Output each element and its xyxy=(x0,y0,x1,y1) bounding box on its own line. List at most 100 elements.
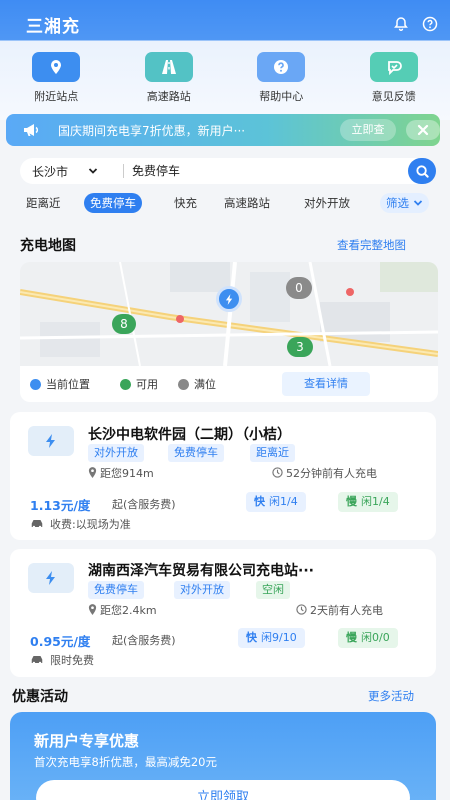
shortcut-feedback[interactable]: 意见反馈 xyxy=(338,52,450,104)
filter-label: 筛选 xyxy=(386,196,409,210)
location-pin-icon xyxy=(88,467,97,478)
promo-view-button[interactable]: 立即查 xyxy=(340,119,396,141)
current-location-marker[interactable] xyxy=(216,286,242,312)
station-marker-full[interactable]: 0 xyxy=(286,277,312,299)
fast-charger-status: 快闲1/4 xyxy=(246,492,306,512)
app-title: 三湘充 xyxy=(26,17,80,37)
filter-chips: 距离近 免费停车 快充 高速路站 对外开放 筛选 xyxy=(20,193,440,213)
legend-available: 可用 xyxy=(136,378,158,391)
shortcut-label: 附近站点 xyxy=(34,90,79,103)
promo-banner[interactable]: 国庆期间充电享7折优惠，新用户··· 立即查 xyxy=(6,114,440,146)
shortcut-label: 高速路站 xyxy=(146,90,191,103)
filter-chip-open[interactable]: 对外开放 xyxy=(298,193,356,213)
filter-chip-highway[interactable]: 高速路站 xyxy=(218,193,276,213)
view-details-button[interactable]: 查看详情 xyxy=(282,372,370,396)
activity-section-title: 优惠活动 xyxy=(12,689,68,705)
station-distance: 距您914m xyxy=(100,467,154,480)
car-icon xyxy=(31,656,43,664)
view-full-map-link[interactable]: 查看完整地图 xyxy=(337,237,406,253)
chevron-down-icon xyxy=(413,200,423,206)
marker-count: 8 xyxy=(120,317,128,331)
activity-card[interactable]: 新用户专享优惠 首次充电享8折优惠，最高减免20元 立即领取 xyxy=(10,712,436,800)
station-last-charge: 2天前有人充电 xyxy=(310,604,383,617)
legend-current: 当前位置 xyxy=(46,378,90,391)
station-tag: 距离近 xyxy=(250,444,295,462)
station-tag: 对外开放 xyxy=(88,444,144,462)
station-fee: 收费:以现场为准 xyxy=(50,518,131,531)
slow-charger-status: 慢闲1/4 xyxy=(338,492,398,512)
map-section-title: 充电地图 xyxy=(20,238,76,254)
filter-chip-free-parking[interactable]: 免费停车 xyxy=(84,193,142,213)
slow-status: 闲0/0 xyxy=(361,631,390,644)
filter-button[interactable]: 筛选 xyxy=(380,193,429,213)
station-name: 湖南西泽汽车贸易有限公司充电站··· xyxy=(88,563,314,579)
search-bar: 长沙市 xyxy=(20,158,436,184)
chevron-down-icon[interactable] xyxy=(88,166,98,176)
slow-charger-status: 慢闲0/0 xyxy=(338,628,398,648)
station-name: 长沙中电软件园（二期）（小桔） xyxy=(88,427,291,443)
fast-label: 快 xyxy=(246,631,257,644)
station-price: 1.13元/度 xyxy=(30,498,91,513)
location-pin-icon xyxy=(32,52,81,82)
station-marker-available[interactable]: 8 xyxy=(112,314,136,334)
promo-text: 国庆期间充电享7折优惠，新用户··· xyxy=(58,124,246,138)
divider xyxy=(123,164,124,178)
clock-icon xyxy=(272,467,283,478)
city-selector[interactable]: 长沙市 xyxy=(32,163,68,180)
feedback-icon xyxy=(369,52,418,82)
map-card: 0 8 3 当前位置 可用 满位 查看详情 xyxy=(20,262,438,402)
legend-full: 满位 xyxy=(194,378,216,391)
marker-count: 3 xyxy=(296,340,304,354)
fast-charger-status: 快闲9/10 xyxy=(238,628,305,648)
search-icon[interactable] xyxy=(408,158,436,184)
station-price: 0.95元/度 xyxy=(30,634,91,649)
close-icon[interactable] xyxy=(406,120,440,140)
location-pin-icon xyxy=(88,604,97,615)
legend-dot-current xyxy=(30,379,41,390)
top-header: 三湘充 附近站点 高速路站 帮助中心 意见反馈 xyxy=(0,0,450,120)
station-last-charge: 52分钟前有人充电 xyxy=(286,467,377,480)
filter-chip-fast-charge[interactable]: 快充 xyxy=(168,193,203,213)
help-icon xyxy=(257,52,306,82)
slow-label: 慢 xyxy=(346,495,357,508)
station-card[interactable]: 湖南西泽汽车贸易有限公司充电站··· 免费停车 对外开放 空闲 距您2.4km … xyxy=(10,549,436,677)
marker-count: 0 xyxy=(295,281,303,295)
shortcut-label: 帮助中心 xyxy=(259,90,304,103)
activity-card-title: 新用户专享优惠 xyxy=(34,732,140,750)
legend-dot-full xyxy=(178,379,189,390)
shortcut-highway[interactable]: 高速路站 xyxy=(113,52,226,104)
station-marker-available[interactable]: 3 xyxy=(287,337,313,357)
bell-icon[interactable] xyxy=(393,16,409,32)
station-tag: 对外开放 xyxy=(174,581,230,599)
slow-status: 闲1/4 xyxy=(361,495,390,508)
station-tag: 免费停车 xyxy=(168,444,224,462)
shortcut-help[interactable]: 帮助中心 xyxy=(225,52,338,104)
station-tag: 空闲 xyxy=(256,581,290,599)
legend-dot-available xyxy=(120,379,131,390)
more-activities-link[interactable]: 更多活动 xyxy=(368,688,414,704)
station-card[interactable]: 长沙中电软件园（二期）（小桔） 对外开放 免费停车 距离近 距您914m 52分… xyxy=(10,412,436,540)
station-distance: 距您2.4km xyxy=(100,604,157,617)
map-view[interactable]: 0 8 3 xyxy=(20,262,438,367)
fast-status: 闲1/4 xyxy=(269,495,298,508)
lightning-icon xyxy=(225,293,232,305)
claim-button[interactable]: 立即领取 xyxy=(36,780,410,800)
filter-chip-distance[interactable]: 距离近 xyxy=(20,193,67,213)
charger-icon xyxy=(28,563,74,593)
fast-label: 快 xyxy=(254,495,265,508)
car-icon xyxy=(31,520,43,528)
megaphone-icon xyxy=(22,122,40,138)
help-circle-icon[interactable] xyxy=(422,16,438,32)
station-fee: 限时免费 xyxy=(50,654,94,667)
search-input[interactable] xyxy=(132,163,382,177)
clock-icon xyxy=(296,604,307,615)
charger-icon xyxy=(28,426,74,456)
station-tag: 免费停车 xyxy=(88,581,144,599)
shortcut-label: 意见反馈 xyxy=(371,90,416,103)
map-graphic xyxy=(20,262,438,367)
shortcut-nearby[interactable]: 附近站点 xyxy=(0,52,113,104)
station-price-note: 起(含服务费) xyxy=(112,498,176,511)
station-price-note: 起(含服务费) xyxy=(112,634,176,647)
highway-icon xyxy=(144,52,193,82)
fast-status: 闲9/10 xyxy=(261,631,297,644)
